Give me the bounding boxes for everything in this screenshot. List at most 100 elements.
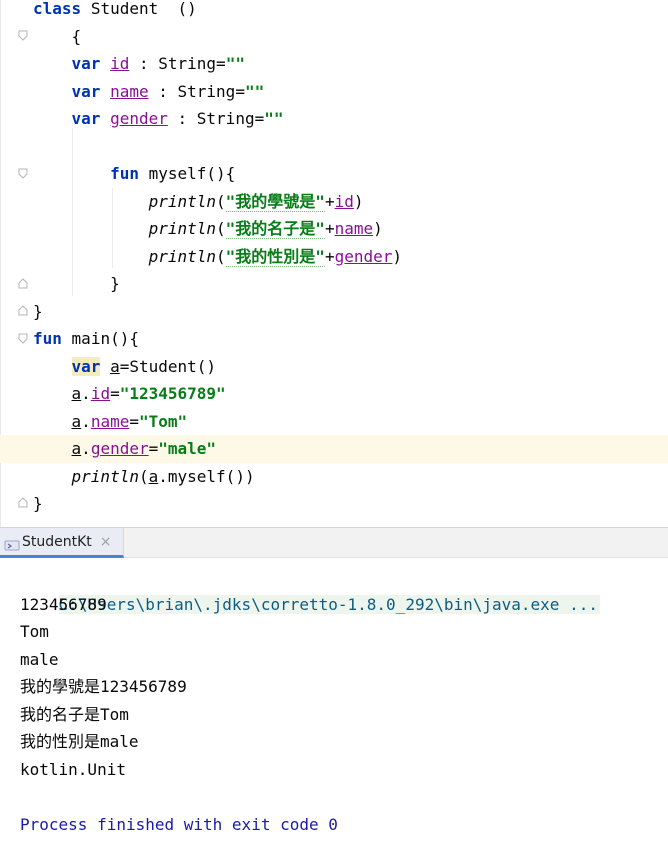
property-name: name <box>110 81 149 101</box>
function-call: println <box>148 246 217 266</box>
console-command[interactable]: C:\Users\brian\.jdks\corretto-1.8.0_292\… <box>58 594 600 614</box>
console-output-line: 我的學號是123456789 <box>20 677 187 696</box>
paren: ( <box>216 219 226 238</box>
property-ref: name <box>334 219 374 238</box>
constructor-call: =Student() <box>119 356 217 376</box>
assign: = <box>110 384 120 403</box>
assign: = <box>235 81 245 101</box>
code-line-assign-name: a.name="Tom" <box>0 408 668 436</box>
code-line-println-name: println("我的名子是"+name) <box>0 215 668 243</box>
tab-label: StudentKt <box>22 533 92 550</box>
code-editor[interactable]: class Student () { var id : String="" va… <box>0 0 668 527</box>
paren: ( <box>138 466 149 486</box>
keyword: var <box>71 356 101 376</box>
close-icon[interactable]: × <box>100 534 112 550</box>
paren: ) <box>353 191 364 211</box>
code-line-class-close: } <box>0 298 668 326</box>
type-name: String <box>196 109 255 128</box>
console-output-line: 我的性別是male <box>20 732 139 751</box>
operator: + <box>324 219 335 238</box>
console-output-line: Tom <box>20 622 49 641</box>
code-line-main-close: } <box>0 490 668 518</box>
function-signature: main(){ <box>71 329 139 348</box>
code-line-open-brace: { <box>0 23 668 51</box>
function-call: println <box>148 191 217 211</box>
property-ref: gender <box>90 439 149 458</box>
code-line-main-println: println(a.myself()) <box>0 463 668 491</box>
keyword: fun <box>110 164 139 183</box>
code-line-fun-close: } <box>0 270 668 298</box>
string-literal: "" <box>225 54 245 73</box>
operator: + <box>324 246 335 266</box>
string-literal: "我的名子是" <box>225 219 325 239</box>
keyword: fun <box>33 329 62 348</box>
code-line-assign-gender: a.gender="male" <box>0 435 668 463</box>
property-ref: name <box>90 411 130 431</box>
console-command-line: C:\Users\brian\.jdks\corretto-1.8.0_292\… <box>20 563 600 614</box>
code-line-prop-name: var name : String="" <box>0 78 668 106</box>
function-call: println <box>71 466 139 486</box>
string-literal: "123456789" <box>119 384 226 403</box>
variable-ref: a <box>71 439 82 458</box>
method-call: .myself()) <box>158 466 255 486</box>
property-name: id <box>110 54 130 73</box>
assign: = <box>129 411 139 431</box>
console-output-line: 123456789 <box>20 594 107 614</box>
keyword: var <box>71 54 101 73</box>
dot: . <box>81 439 91 458</box>
string-literal: "male" <box>158 439 217 458</box>
code-line-println-gender: println("我的性別是"+gender) <box>0 243 668 271</box>
paren: ) <box>373 219 383 238</box>
keyword: var <box>71 81 101 101</box>
code-line-prop-id: var id : String="" <box>0 50 668 78</box>
brace: } <box>33 301 43 321</box>
code-line-assign-id: a.id="123456789" <box>0 380 668 408</box>
code-line-class-decl: class Student () <box>0 0 668 23</box>
run-tab-bar: StudentKt × <box>0 528 668 558</box>
paren: ) <box>392 246 403 266</box>
operator: + <box>324 191 335 211</box>
function-signature: myself(){ <box>148 164 236 183</box>
console-output-line: male <box>20 649 59 669</box>
type-sep: : <box>167 109 197 128</box>
run-config-icon <box>4 536 20 550</box>
paren: ( <box>216 246 226 266</box>
keyword: var <box>71 109 101 128</box>
paren: ( <box>216 191 226 211</box>
string-literal: "我的學號是" <box>225 191 325 212</box>
brace: { <box>71 26 82 46</box>
class-name: Student <box>90 0 159 18</box>
assign: = <box>254 109 265 128</box>
type-name: String <box>177 81 236 101</box>
brace: } <box>33 494 43 513</box>
property-ref: id <box>90 384 111 403</box>
console-output-line: 我的名子是Tom <box>20 704 129 724</box>
type-sep: : <box>129 54 159 73</box>
variable-ref: a <box>148 466 159 486</box>
string-literal: "Tom" <box>138 411 188 431</box>
run-panel: StudentKt × C:\Users\brian\.jdks\corrett… <box>0 527 668 855</box>
assign: = <box>216 54 226 73</box>
string-literal: "我的性別是" <box>225 246 325 267</box>
property-name: gender <box>110 109 168 128</box>
variable-ref: a <box>71 384 82 403</box>
variable-name: a <box>110 356 120 376</box>
string-literal: "" <box>244 81 265 101</box>
assign: = <box>148 439 159 458</box>
property-ref: gender <box>334 246 393 266</box>
property-ref: id <box>334 191 354 211</box>
code-line-fun-myself: fun myself(){ <box>0 160 668 188</box>
console-process-status: Process finished with exit code 0 <box>20 814 338 834</box>
dot: . <box>81 411 91 431</box>
type-name: String <box>158 54 217 73</box>
console-output-line: kotlin.Unit <box>20 759 126 779</box>
string-literal: "" <box>264 109 284 128</box>
code-line-fun-main: fun main(){ <box>0 325 668 353</box>
function-call: println <box>148 219 217 238</box>
code-line-prop-gender: var gender : String="" <box>0 105 668 133</box>
brace: } <box>110 274 120 293</box>
tab-studentkt[interactable]: StudentKt × <box>0 528 124 558</box>
code-line-main-var: var a=Student() <box>0 353 668 381</box>
variable-ref: a <box>71 411 82 431</box>
type-sep: : <box>148 81 178 101</box>
